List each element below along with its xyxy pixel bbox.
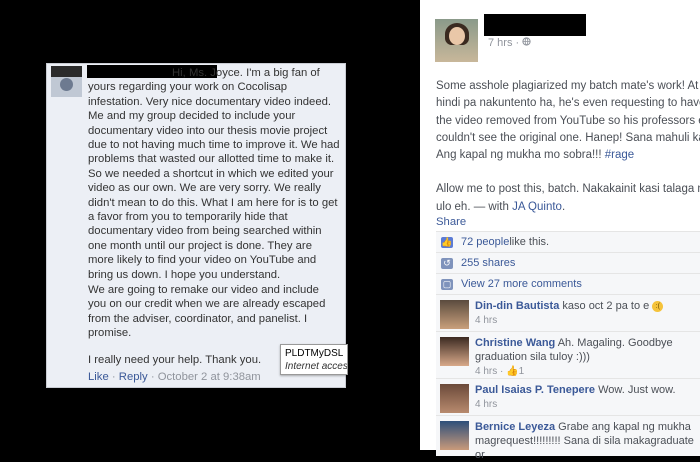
comment-item: Paul Isaias P. Tenepere Wow. Just wow. 4… (436, 378, 700, 415)
message-paragraph-2: We are going to remake our video and inc… (88, 284, 326, 340)
post-line: hindi pa nakuntento ha, he's even reques… (436, 97, 700, 110)
tooltip-subtitle: Internet acces (285, 361, 348, 372)
thumbs-up-icon: 👍 (441, 236, 453, 248)
post-line: ulo eh. — with JA Quinto. (436, 199, 700, 216)
comment-like-count[interactable]: 1 (519, 366, 525, 377)
post-line: Allow me to post this, batch. Nakakainit… (436, 183, 700, 196)
message-paragraph-3: I really need your help. Thank you. (88, 354, 262, 366)
shares-row: ↺ 255 shares (436, 252, 700, 273)
post-line-end: . (561, 200, 566, 213)
message-paragraph-1: Hi, Ms. Joyce. I'm a big fan of yours re… (88, 67, 340, 281)
likes-suffix: like this. (509, 236, 550, 248)
post-line: Ang kapal ng mukha mo sobra!!! #rage (436, 147, 700, 164)
comment-time[interactable]: 4 hrs · (475, 366, 506, 377)
like-link[interactable]: Like (88, 371, 109, 383)
tooltip-title: PLDTMyDSL (285, 348, 344, 359)
post-time-text: 7 hrs · (488, 37, 523, 49)
message-actions: Like · Reply · October 2 at 9:38am (88, 371, 261, 383)
comment-item: Din-din Bautista kaso oct 2 pa to e :( 4… (436, 294, 700, 331)
reply-link[interactable]: Reply (119, 371, 148, 383)
commenter-avatar[interactable] (440, 421, 469, 450)
commenter-avatar[interactable] (440, 384, 469, 413)
post-text: Some asshole plagiarized my batch mate's… (436, 78, 700, 216)
isp-tooltip: PLDTMyDSL Internet acces (280, 344, 348, 375)
post-line-text: ulo eh. — with (436, 200, 513, 213)
comment-time[interactable]: 4 hrs (475, 399, 497, 410)
commenter-avatar[interactable] (440, 337, 469, 366)
share-link[interactable]: Share (436, 216, 466, 228)
post-stats: 👍 72 people like this. ↺ 255 shares ▢ Vi… (436, 231, 700, 294)
likes-count-link[interactable]: 72 people (461, 236, 509, 248)
comment-icon: ▢ (441, 278, 453, 290)
globe-icon (522, 37, 531, 49)
comment-item: Christine Wang Ah. Magaling. Goodbye gra… (436, 331, 700, 378)
separator: · (150, 371, 155, 383)
view-more-comments-row: ▢ View 27 more comments (436, 273, 700, 294)
post-timestamp[interactable]: 7 hrs · (488, 37, 531, 49)
sender-avatar[interactable] (51, 66, 82, 97)
comment-like-icon: 👍 (506, 366, 519, 377)
message-timestamp[interactable]: October 2 at 9:38am (158, 371, 261, 383)
shares-count-link[interactable]: 255 shares (461, 257, 515, 269)
commenter-name[interactable]: Din-din Bautista (475, 300, 559, 312)
likes-row: 👍 72 people like this. (436, 231, 700, 252)
post-line: couldn't see the original one. Hanep! Sa… (436, 131, 700, 144)
hashtag-link[interactable]: #rage (605, 149, 634, 161)
comment-time[interactable]: 4 hrs (475, 315, 497, 326)
commenter-name[interactable]: Christine Wang (475, 337, 555, 349)
poster-avatar[interactable] (435, 19, 478, 62)
comments-list: Din-din Bautista kaso oct 2 pa to e :( 4… (436, 294, 700, 461)
sad-emoji-icon: :( (652, 300, 664, 312)
share-icon: ↺ (441, 257, 453, 269)
separator: · (111, 371, 116, 383)
redacted-poster-name (484, 14, 586, 36)
post-line-text: Ang kapal ng mukha mo sobra!!! (436, 149, 605, 162)
view-more-comments-link[interactable]: View 27 more comments (461, 278, 582, 290)
post-line: Some asshole plagiarized my batch mate's… (436, 80, 699, 92)
facebook-post: 7 hrs · Some asshole plagiarized my batc… (420, 0, 700, 461)
commenter-avatar[interactable] (440, 300, 469, 329)
tagged-friend-link[interactable]: JA Quinto (512, 201, 562, 213)
commenter-name[interactable]: Paul Isaias P. Tenepere (475, 384, 595, 396)
comment-text: kaso oct 2 pa to e (559, 300, 653, 312)
commenter-name[interactable]: Bernice Leyeza (475, 421, 555, 433)
comment-text: Wow. Just wow. (595, 384, 676, 396)
message-panel: Hi, Ms. Joyce. I'm a big fan of yours re… (46, 63, 348, 388)
post-line: the video removed from YouTube so his pr… (436, 114, 700, 127)
